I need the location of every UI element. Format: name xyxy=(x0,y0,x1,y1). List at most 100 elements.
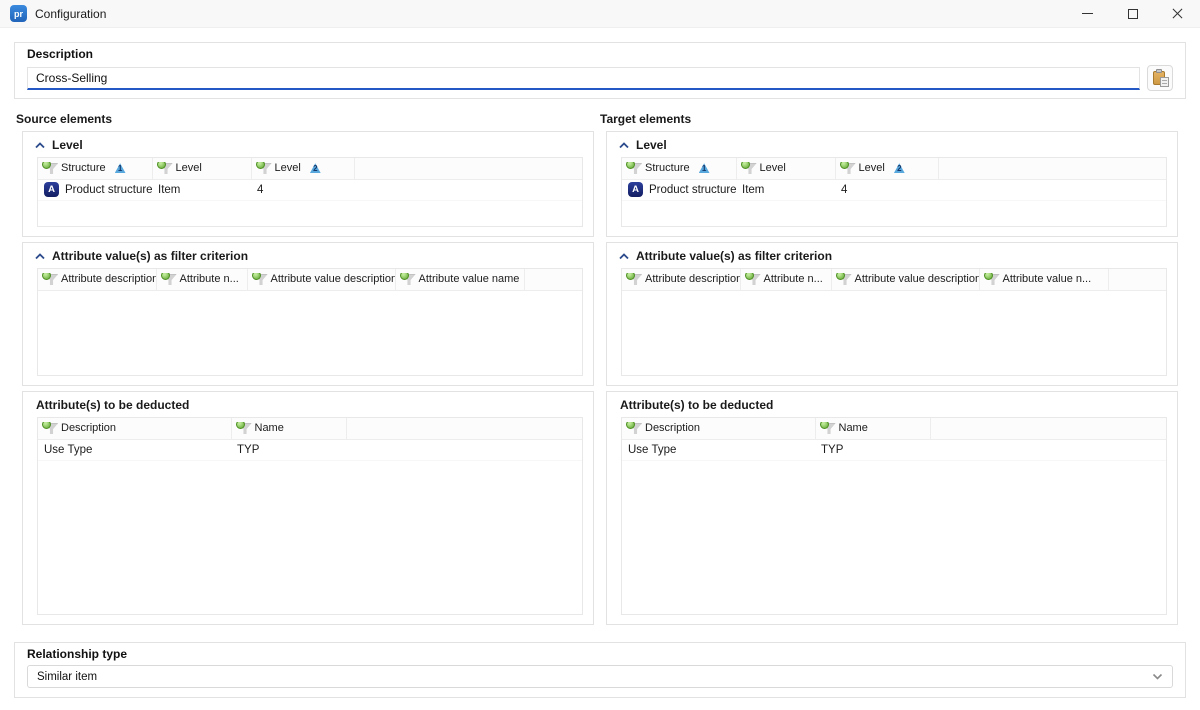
target-level-title: Level xyxy=(636,138,667,152)
source-deducted-table: Description Name Use Type TYP xyxy=(37,417,583,615)
dialog-body: Description Source elements Level xyxy=(0,28,1200,698)
filter-icon[interactable] xyxy=(43,162,56,174)
source-deducted-header: Attribute(s) to be deducted xyxy=(33,396,583,414)
table-row[interactable]: A Product structure Item 4 xyxy=(622,179,1166,200)
close-icon xyxy=(1172,8,1183,19)
app-icon: pr xyxy=(10,5,27,22)
filter-icon[interactable] xyxy=(821,422,834,434)
source-filter-col-attr-name[interactable]: Attribute n... xyxy=(156,269,247,290)
target-level-col-level[interactable]: Level xyxy=(736,158,835,179)
source-filter-col-value-desc[interactable]: Attribute value description xyxy=(247,269,395,290)
target-filter-col-attr-desc[interactable]: Attribute description xyxy=(622,269,740,290)
relationship-type-value: Similar item xyxy=(37,671,97,683)
source-deducted-title: Attribute(s) to be deducted xyxy=(36,398,189,412)
target-filter-table: Attribute description Attribute n... Att… xyxy=(621,268,1167,376)
source-elements-column: Source elements Level Structure 1 xyxy=(22,112,594,630)
target-level-section: Level Structure 1 xyxy=(606,131,1178,237)
description-cell: Use Type xyxy=(622,439,815,460)
source-level-title: Level xyxy=(52,138,83,152)
target-deducted-section: Attribute(s) to be deducted Description … xyxy=(606,391,1178,625)
sort-asc-icon: 2 xyxy=(310,163,321,173)
source-elements-heading: Source elements xyxy=(16,112,594,126)
filler-column xyxy=(938,158,1166,179)
target-elements-heading: Target elements xyxy=(600,112,1178,126)
level-num-cell: 4 xyxy=(835,179,938,200)
chevron-up-icon xyxy=(35,142,45,149)
description-input[interactable] xyxy=(27,67,1140,90)
target-filter-col-value-name[interactable]: Attribute value n... xyxy=(979,269,1108,290)
filler-column xyxy=(1108,269,1166,290)
target-level-col-structure[interactable]: Structure 1 xyxy=(622,158,736,179)
structure-type-icon: A xyxy=(628,182,643,197)
source-filter-col-attr-desc[interactable]: Attribute description xyxy=(38,269,156,290)
maximize-icon xyxy=(1128,9,1138,19)
filter-icon[interactable] xyxy=(841,162,854,174)
source-level-col-structure[interactable]: Structure 1 xyxy=(38,158,152,179)
minimize-button[interactable] xyxy=(1065,0,1110,28)
target-filter-header[interactable]: Attribute value(s) as filter criterion xyxy=(617,247,1167,265)
target-deducted-col-name[interactable]: Name xyxy=(815,418,930,439)
filter-icon[interactable] xyxy=(257,162,270,174)
filter-icon[interactable] xyxy=(43,422,56,434)
filler-column xyxy=(524,269,582,290)
target-deducted-title: Attribute(s) to be deducted xyxy=(620,398,773,412)
name-cell: TYP xyxy=(231,439,346,460)
source-filter-header[interactable]: Attribute value(s) as filter criterion xyxy=(33,247,583,265)
relationship-type-select[interactable]: Similar item xyxy=(27,665,1173,688)
filter-icon[interactable] xyxy=(253,273,266,285)
description-cell: Use Type xyxy=(38,439,231,460)
target-level-header[interactable]: Level xyxy=(617,136,1167,154)
maximize-button[interactable] xyxy=(1110,0,1155,28)
filter-icon[interactable] xyxy=(627,422,640,434)
filler-column xyxy=(930,418,1166,439)
target-level-table: Structure 1 Level Level 2 xyxy=(621,157,1167,227)
target-deducted-table: Description Name Use Type TYP xyxy=(621,417,1167,615)
clipboard-icon xyxy=(1153,70,1167,86)
filler-column xyxy=(346,418,582,439)
relationship-type-label: Relationship type xyxy=(27,647,1173,661)
target-filter-col-attr-name[interactable]: Attribute n... xyxy=(740,269,831,290)
source-level-table: Structure 1 Level Level 2 xyxy=(37,157,583,227)
filter-icon[interactable] xyxy=(162,273,175,285)
relationship-type-group: Relationship type Similar item xyxy=(14,642,1186,698)
paste-button[interactable] xyxy=(1147,65,1173,91)
chevron-down-icon xyxy=(1152,673,1163,680)
filter-icon[interactable] xyxy=(43,273,56,285)
source-filter-table: Attribute description Attribute n... Att… xyxy=(37,268,583,376)
source-filter-col-value-name[interactable]: Attribute value name xyxy=(395,269,524,290)
sort-asc-icon: 1 xyxy=(115,163,126,173)
filter-icon[interactable] xyxy=(985,273,998,285)
filter-icon[interactable] xyxy=(401,273,414,285)
table-row[interactable]: Use Type TYP xyxy=(622,439,1166,460)
target-level-col-level2[interactable]: Level 2 xyxy=(835,158,938,179)
filter-icon[interactable] xyxy=(837,273,850,285)
filter-icon[interactable] xyxy=(237,422,250,434)
target-deducted-header: Attribute(s) to be deducted xyxy=(617,396,1167,414)
title-bar: pr Configuration xyxy=(0,0,1200,28)
source-filter-section: Attribute value(s) as filter criterion A… xyxy=(22,242,594,386)
source-deducted-col-description[interactable]: Description xyxy=(38,418,231,439)
table-row[interactable]: A Product structure Item 4 xyxy=(38,179,582,200)
filter-icon[interactable] xyxy=(746,273,759,285)
source-level-header[interactable]: Level xyxy=(33,136,583,154)
table-row[interactable]: Use Type TYP xyxy=(38,439,582,460)
filter-icon[interactable] xyxy=(742,162,755,174)
source-level-col-level2[interactable]: Level 2 xyxy=(251,158,354,179)
sort-asc-icon: 1 xyxy=(699,163,710,173)
filter-icon[interactable] xyxy=(627,273,640,285)
chevron-up-icon xyxy=(619,142,629,149)
filter-icon[interactable] xyxy=(627,162,640,174)
source-deducted-section: Attribute(s) to be deducted Description … xyxy=(22,391,594,625)
source-level-col-level[interactable]: Level xyxy=(152,158,251,179)
target-filter-col-value-desc[interactable]: Attribute value description xyxy=(831,269,979,290)
window-controls xyxy=(1065,0,1200,28)
level-cell: Item xyxy=(736,179,835,200)
chevron-up-icon xyxy=(35,253,45,260)
target-deducted-col-description[interactable]: Description xyxy=(622,418,815,439)
target-elements-column: Target elements Level Structure 1 xyxy=(606,112,1178,630)
filter-icon[interactable] xyxy=(158,162,171,174)
minimize-icon xyxy=(1082,13,1093,14)
source-deducted-col-name[interactable]: Name xyxy=(231,418,346,439)
description-label: Description xyxy=(27,47,1173,61)
close-button[interactable] xyxy=(1155,0,1200,28)
